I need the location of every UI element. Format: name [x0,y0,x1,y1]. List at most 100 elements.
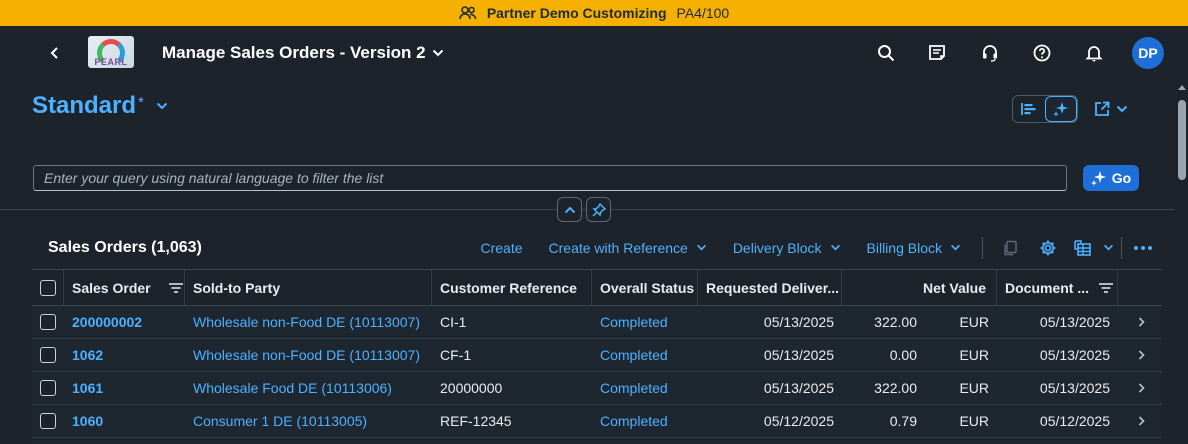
chevron-right-icon [1138,416,1145,426]
row-navigation-chevron[interactable] [1126,372,1156,404]
create-button[interactable]: Create [467,240,535,256]
chevron-down-icon [696,244,706,251]
toolbar-separator [982,236,983,259]
sparkle-icon [1090,171,1106,186]
copy-icon [1004,240,1017,255]
table-row[interactable]: 200000002 Wholesale non-Food DE (1011300… [32,306,1162,339]
currency: EUR [959,413,989,429]
user-avatar[interactable]: DP [1132,37,1164,69]
back-button[interactable] [42,40,68,66]
environment-banner: Partner Demo Customizing PA4/100 [0,0,1188,26]
chevron-down-icon [950,244,961,251]
banner-system: PA4/100 [676,5,730,21]
sort-icon [1099,282,1114,293]
delivery-block-button[interactable]: Delivery Block [720,240,854,256]
table-row[interactable]: 1060 Consumer 1 DE (10113005) REF-12345 … [32,405,1162,438]
notes-button[interactable] [922,37,954,69]
overall-status-link[interactable]: Completed [600,306,698,338]
column-header-sold-to-party[interactable]: Sold-to Party [185,270,432,305]
sold-to-party-link[interactable]: Wholesale non-Food DE (10113007) [193,339,432,371]
chevron-down-icon [1116,105,1128,113]
notes-icon [929,45,945,60]
net-value: 322.00 [874,380,917,396]
sales-order-link[interactable]: 1060 [72,405,185,437]
chevron-right-icon [1138,317,1145,327]
export-button[interactable] [1067,232,1097,264]
billing-block-button[interactable]: Billing Block [854,240,974,256]
chevron-up-icon [564,206,575,213]
overall-status-link[interactable]: Completed [600,339,698,371]
variant-selector[interactable]: Standard * [32,92,168,120]
customer-reference: CF-1 [440,347,472,363]
copy-button[interactable] [991,232,1029,264]
column-header-sales-order[interactable]: Sales Order [64,270,185,305]
column-header-customer-reference[interactable]: Customer Reference [432,270,592,305]
chevron-right-icon [1138,383,1145,393]
page-scrollbar[interactable] [1175,80,1188,444]
chevron-down-icon [1103,244,1113,251]
table-settings-button[interactable] [1029,232,1067,264]
bar-list-icon [1021,103,1036,115]
more-actions-button[interactable] [1124,232,1162,264]
select-all-cell [32,270,64,305]
sales-order-link[interactable]: 1061 [72,372,185,404]
column-label: Document ... [1005,279,1090,296]
ai-filter-mode-button[interactable] [1045,96,1077,122]
sold-to-party-link[interactable]: Wholesale Food DE (10113006) [193,372,432,404]
natural-language-query-input[interactable] [33,165,1067,191]
customer-reference: REF-12345 [440,413,512,429]
create-with-reference-button[interactable]: Create with Reference [536,240,720,256]
sales-order-link[interactable]: 1062 [72,339,185,371]
table-row[interactable]: 1061 Wholesale Food DE (10113006) 200000… [32,372,1162,405]
sold-to-party-link[interactable]: Wholesale non-Food DE (10113007) [193,306,432,338]
row-checkbox[interactable] [40,314,56,330]
filter-bar-mode-button[interactable] [1013,96,1045,122]
export-menu-button[interactable] [1097,232,1119,264]
share-menu-button[interactable] [1094,101,1128,117]
sales-order-link[interactable]: 200000002 [72,306,185,338]
table-header-row: Sales Order Sold-to Party Customer Refer… [32,270,1162,306]
net-value: 0.79 [889,413,917,429]
pin-header-button[interactable] [586,197,611,222]
currency: EUR [959,347,989,363]
support-button[interactable] [974,37,1006,69]
row-navigation-chevron[interactable] [1126,405,1156,437]
users-icon [459,6,477,20]
row-navigation-chevron[interactable] [1126,339,1156,371]
row-checkbox[interactable] [40,380,56,396]
document-date: 05/13/2025 [1039,347,1110,363]
column-header-net-value[interactable]: Net Value [842,270,997,305]
table-row[interactable]: 1062 Wholesale non-Food DE (10113007) CF… [32,339,1162,372]
collapse-header-button[interactable] [557,197,582,222]
app-title-menu[interactable]: Manage Sales Orders - Version 2 [162,43,444,63]
column-label: Customer Reference [440,279,577,296]
chevron-right-icon [1138,350,1145,360]
column-header-overall-status[interactable]: Overall Status [592,270,698,305]
row-checkbox[interactable] [40,347,56,363]
scroll-up-arrow[interactable] [1177,82,1187,92]
go-button[interactable]: Go [1083,165,1139,191]
banner-title: Partner Demo Customizing [486,5,667,21]
scrollbar-thumb[interactable] [1178,100,1186,180]
sort-icon [168,282,183,293]
notifications-button[interactable] [1078,37,1110,69]
overflow-icon [1134,245,1152,250]
overall-status-link[interactable]: Completed [600,372,698,404]
filter-mode-toggle [1012,95,1078,123]
go-label: Go [1111,170,1132,186]
requested-delivery-date: 05/13/2025 [763,380,834,396]
search-button[interactable] [870,37,902,69]
chevron-down-icon [432,49,443,57]
row-checkbox[interactable] [40,413,56,429]
billing-block-label: Billing Block [866,239,942,256]
help-button[interactable] [1026,37,1058,69]
sparkle-icon [1053,102,1068,117]
sold-to-party-link[interactable]: Consumer 1 DE (10113005) [193,405,432,437]
company-logo[interactable]: PEARL [88,36,134,68]
column-header-document-date[interactable]: Document ... [997,270,1118,305]
select-all-checkbox[interactable] [39,279,56,296]
column-header-requested-delivery[interactable]: Requested Deliver... [698,270,842,305]
document-date: 05/13/2025 [1039,314,1110,330]
overall-status-link[interactable]: Completed [600,405,698,437]
row-navigation-chevron[interactable] [1126,306,1156,338]
